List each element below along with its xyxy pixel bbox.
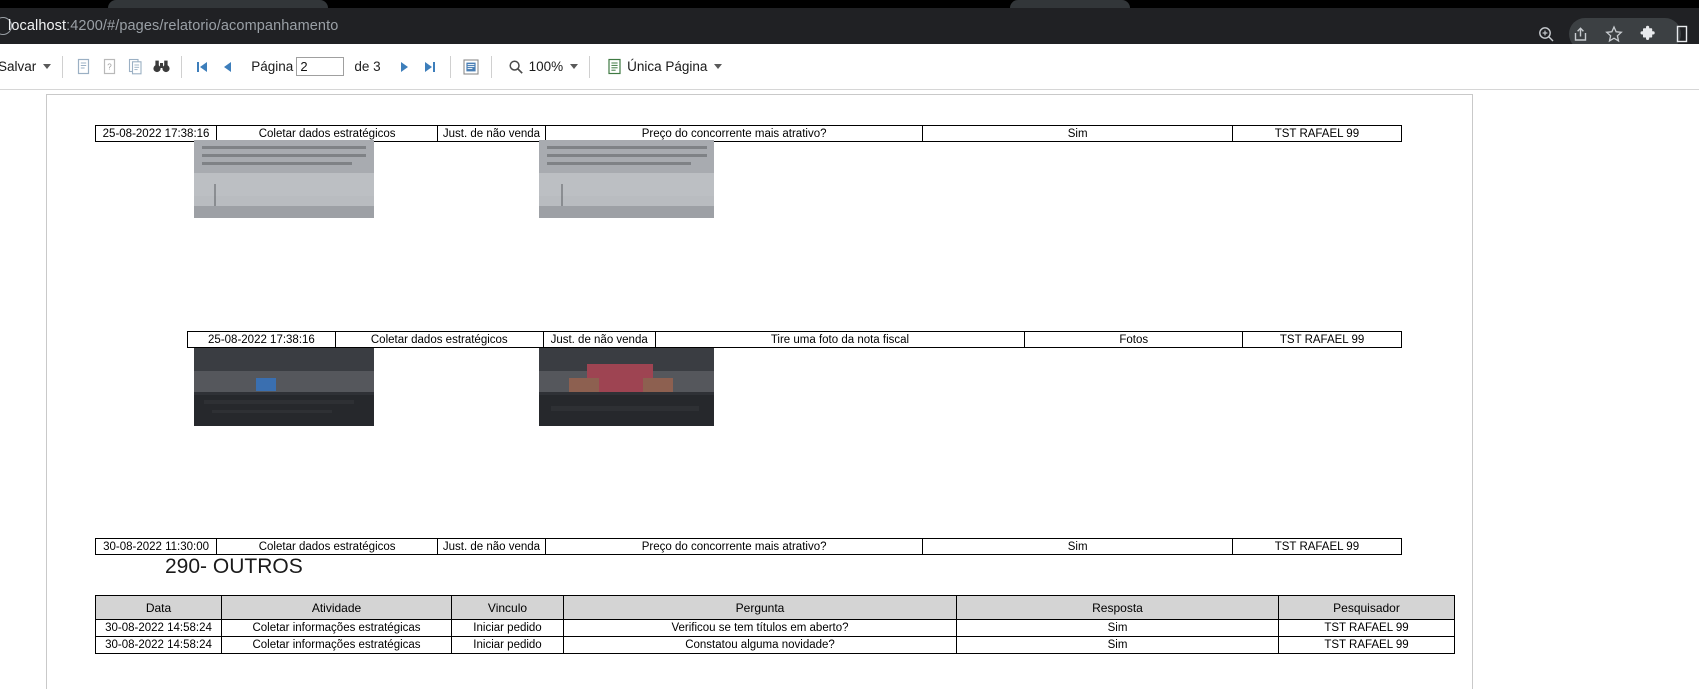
zoom-level-label: 100% xyxy=(528,59,564,74)
browser-window: localhost:4200/#/pages/relatorio/acompan… xyxy=(0,0,1699,689)
help-document-icon[interactable]: ? xyxy=(96,54,122,80)
cell-data: 30-08-2022 14:58:24 xyxy=(95,619,222,637)
cell-pesquisador: TST RAFAEL 99 xyxy=(1233,126,1402,141)
cell-pergunta: Verificou se tem títulos em aberto? xyxy=(563,619,957,637)
cell-data: 30-08-2022 11:30:00 xyxy=(96,539,218,554)
report-row: 30-08-2022 11:30:00 Coletar dados estrat… xyxy=(95,538,1402,555)
cell-atividade: Coletar dados estratégicos xyxy=(217,539,439,554)
magnifier-icon xyxy=(503,54,529,80)
zoom-level-control[interactable]: 100% xyxy=(499,53,583,81)
view-mode-control[interactable]: Única Página xyxy=(597,53,726,81)
cell-vinculo: Just. de não venda xyxy=(438,126,546,141)
cell-vinculo: Just. de não venda xyxy=(544,332,656,347)
cell-data: 25-08-2022 17:38:16 xyxy=(96,126,218,141)
page-view-icon[interactable] xyxy=(458,54,484,80)
page-label: Página xyxy=(251,59,294,74)
cell-atividade: Coletar dados estratégicos xyxy=(336,332,544,347)
page-input[interactable] xyxy=(296,57,345,76)
browser-tab-active[interactable] xyxy=(108,0,328,8)
pdf-viewer-toolbar: Salvar ? Página de 3 xyxy=(0,44,1699,90)
browser-url-bar[interactable]: localhost:4200/#/pages/relatorio/acompan… xyxy=(0,8,1699,50)
cell-vinculo: Iniciar pedido xyxy=(451,636,564,654)
cell-atividade: Coletar informações estratégicas xyxy=(221,619,452,637)
toolbar-divider-2 xyxy=(181,55,183,78)
bookmark-star-icon[interactable] xyxy=(1597,20,1631,48)
zoom-in-icon[interactable] xyxy=(1529,20,1563,48)
table-header-resposta: Resposta xyxy=(956,595,1279,620)
cell-pergunta: Preço do concorrente mais atrativo? xyxy=(546,539,924,554)
share-icon[interactable] xyxy=(1563,20,1597,48)
save-button[interactable]: Salvar xyxy=(0,53,55,81)
export-data-icon[interactable] xyxy=(70,54,96,80)
single-page-icon xyxy=(601,54,627,80)
table-header-data: Data xyxy=(95,595,222,620)
document-scroll-area[interactable]: 25-08-2022 17:38:16 Coletar dados estrat… xyxy=(0,90,1699,689)
url-path: :4200/#/pages/relatorio/acompanhamento xyxy=(66,18,339,34)
chevron-down-icon-zoom xyxy=(570,64,579,69)
section-title: 290- OUTROS xyxy=(165,555,303,578)
cell-resposta: Sim xyxy=(923,126,1233,141)
cell-pesquisador: TST RAFAEL 99 xyxy=(1278,619,1455,637)
table-header-pergunta: Pergunta xyxy=(563,595,957,620)
table-row: 30-08-2022 14:58:24 Coletar informações … xyxy=(95,619,1455,637)
page-number-group: Página de 3 xyxy=(247,53,384,81)
cell-resposta: Sim xyxy=(956,619,1279,637)
browser-tab-secondary[interactable] xyxy=(1010,0,1130,8)
chevron-down-icon xyxy=(43,64,52,69)
save-label: Salvar xyxy=(0,59,37,74)
next-page-icon[interactable] xyxy=(391,54,417,80)
cell-atividade: Coletar informações estratégicas xyxy=(221,636,452,654)
toolbar-divider xyxy=(62,55,64,78)
svg-text:?: ? xyxy=(107,63,112,72)
chevron-down-icon-view xyxy=(714,64,723,69)
page-total-label: de 3 xyxy=(354,59,381,74)
extensions-puzzle-icon[interactable] xyxy=(1631,20,1665,48)
binoculars-find-icon[interactable] xyxy=(148,54,174,80)
table-header-row: Data Atividade Vinculo Pergunta Resposta… xyxy=(95,595,1455,620)
last-page-icon[interactable] xyxy=(417,54,443,80)
cell-pesquisador: TST RAFAEL 99 xyxy=(1233,539,1402,554)
cell-data: 30-08-2022 14:58:24 xyxy=(95,636,222,654)
report-photo xyxy=(539,348,714,426)
url-text: localhost:4200/#/pages/relatorio/acompan… xyxy=(8,17,338,35)
table-row: 30-08-2022 14:58:24 Coletar informações … xyxy=(95,636,1455,654)
toolbar-divider-3 xyxy=(449,55,451,78)
toolbar-divider-4 xyxy=(490,55,492,78)
first-page-icon[interactable] xyxy=(189,54,215,80)
toolbar-divider-5 xyxy=(589,55,591,78)
browser-tab-strip xyxy=(0,0,1699,8)
report-page: 25-08-2022 17:38:16 Coletar dados estrat… xyxy=(46,94,1473,689)
report-photo xyxy=(194,348,374,426)
table-header-pesquisador: Pesquisador xyxy=(1278,595,1455,620)
cell-resposta: Fotos xyxy=(1025,332,1244,347)
cell-vinculo: Just. de não venda xyxy=(438,539,546,554)
report-photo xyxy=(539,140,714,218)
report-table: Data Atividade Vinculo Pergunta Resposta… xyxy=(95,595,1455,654)
cell-resposta: Sim xyxy=(956,636,1279,654)
table-header-atividade: Atividade xyxy=(221,595,452,620)
cell-vinculo: Iniciar pedido xyxy=(451,619,564,637)
cell-pesquisador: TST RAFAEL 99 xyxy=(1278,636,1455,654)
cell-atividade: Coletar dados estratégicos xyxy=(217,126,439,141)
copy-icon[interactable] xyxy=(122,54,148,80)
cell-pesquisador: TST RAFAEL 99 xyxy=(1243,332,1402,347)
browser-action-group xyxy=(1529,16,1699,52)
report-row: 25-08-2022 17:38:16 Coletar dados estrat… xyxy=(187,331,1402,348)
cell-pergunta: Tire uma foto da nota fiscal xyxy=(656,332,1026,347)
table-header-vinculo: Vinculo xyxy=(451,595,564,620)
view-mode-label: Única Página xyxy=(627,59,708,74)
url-host: localhost xyxy=(8,18,67,34)
cell-pergunta: Constatou alguma novidade? xyxy=(563,636,957,654)
report-photo xyxy=(194,140,374,218)
previous-page-icon[interactable] xyxy=(215,54,241,80)
cell-data: 25-08-2022 17:38:16 xyxy=(188,332,336,347)
cell-resposta: Sim xyxy=(923,539,1233,554)
cell-pergunta: Preço do concorrente mais atrativo? xyxy=(546,126,924,141)
browser-menu-icon[interactable] xyxy=(1665,20,1699,48)
